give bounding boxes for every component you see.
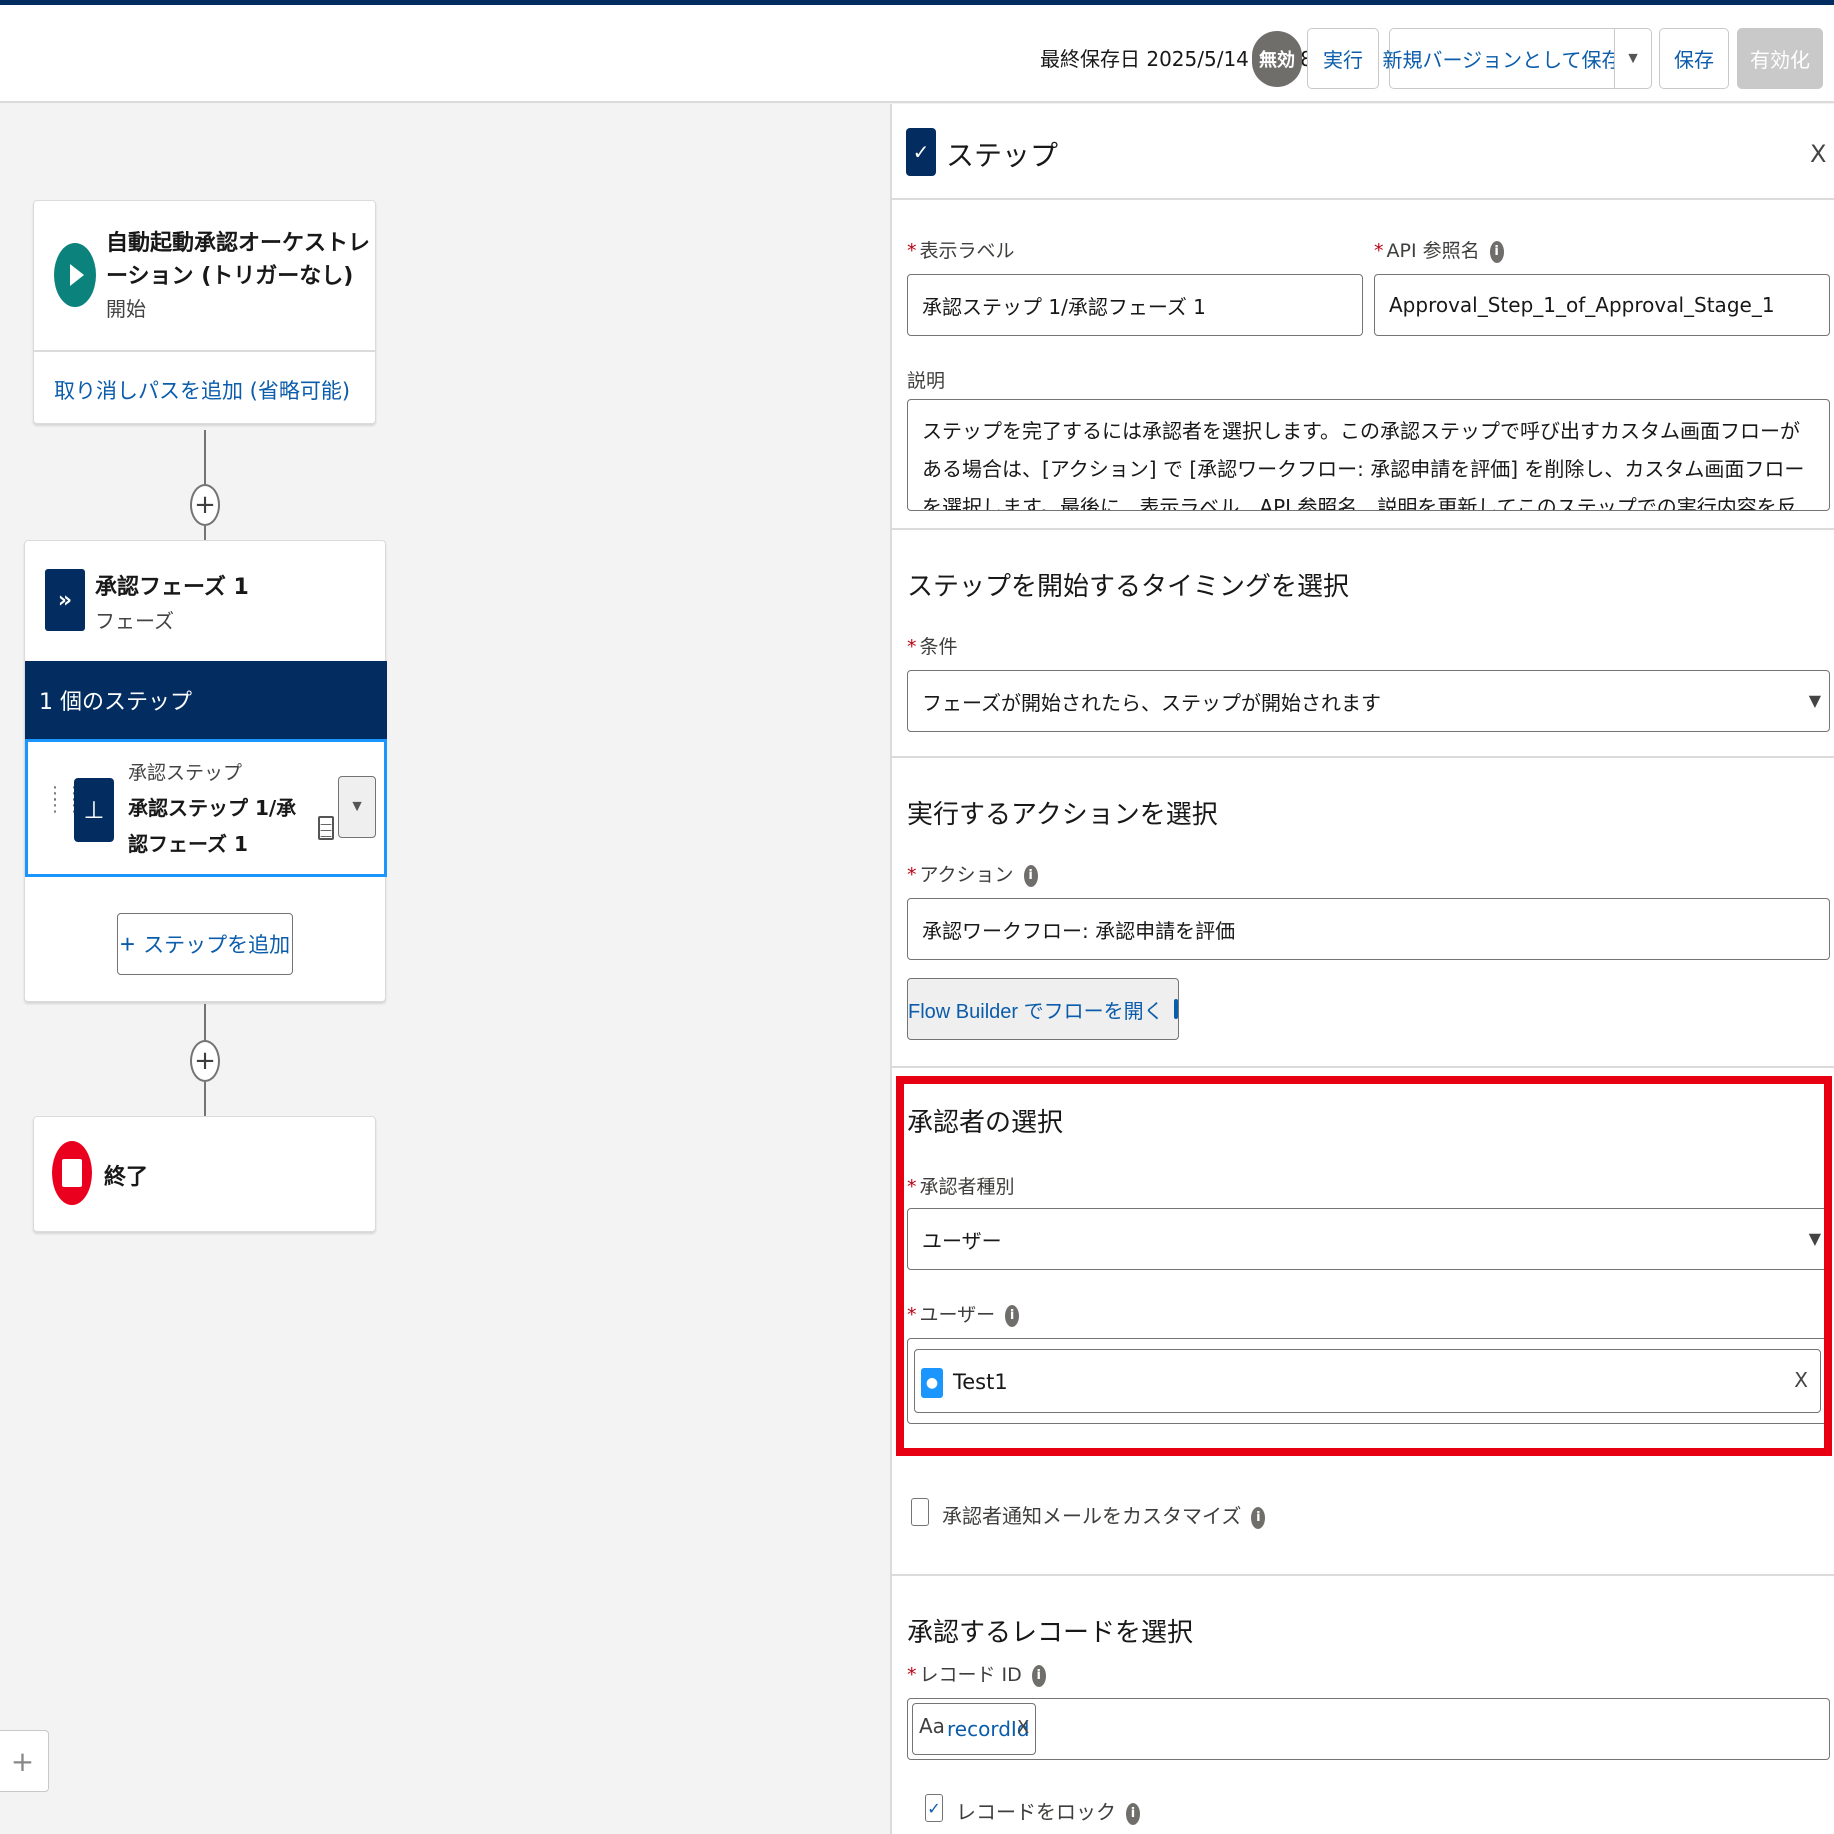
api-name-label: * API 参照名 i [1374, 236, 1504, 263]
add-element-button[interactable]: + [190, 1040, 220, 1082]
approver-type-value: ユーザー [922, 1228, 1002, 1253]
user-pill-text: Test1 [953, 1370, 1008, 1394]
info-icon[interactable]: i [1126, 1802, 1140, 1825]
zoom-in-button[interactable]: + [0, 1730, 49, 1792]
condition-select[interactable]: フェーズが開始されたら、ステップが開始されます ▼ [907, 670, 1830, 732]
user-label: * ユーザー i [907, 1300, 1020, 1327]
step-name: 承認ステップ 1/承認フェーズ 1 [128, 796, 297, 856]
description-label: 説明 [907, 370, 946, 392]
customize-email-label: 承認者通知メールをカスタマイズ i [942, 1500, 1266, 1529]
text-type-icon: Aa [919, 1714, 945, 1738]
stamp-icon: ⊥ [74, 778, 114, 842]
step-menu-button[interactable]: ▼ [338, 776, 376, 838]
close-icon[interactable]: X [1810, 140, 1826, 168]
chevron-down-icon: ▼ [1808, 691, 1821, 710]
record-id-pill[interactable]: Aa recordId X [912, 1703, 1036, 1755]
description-textarea[interactable]: ステップを完了するには承認者を選択します。この承認ステップで呼び出すカスタム画面… [907, 399, 1830, 511]
record-id-label: * レコード ID i [907, 1660, 1046, 1687]
activate-button[interactable]: 有効化 [1737, 28, 1823, 89]
customize-email-checkbox[interactable] [911, 1498, 929, 1526]
plus-icon: + [119, 928, 136, 959]
phase-title: 承認フェーズ 1 [95, 575, 249, 600]
display-label-input[interactable]: 承認ステップ 1/承認フェーズ 1 [907, 274, 1363, 336]
play-icon [54, 243, 96, 307]
phase-subtitle: フェーズ [95, 609, 174, 633]
api-name-input[interactable]: Approval_Step_1_of_Approval_Stage_1 [1374, 274, 1830, 336]
approver-type-select[interactable]: ユーザー ▼ [907, 1208, 1830, 1270]
divider [892, 1574, 1834, 1576]
info-icon[interactable]: i [1005, 1304, 1020, 1327]
start-node[interactable]: 自動起動承認オーケストレーション (トリガーなし) 開始 取り消しパスを追加 (… [33, 200, 376, 424]
info-icon[interactable]: i [1031, 1664, 1046, 1687]
chevron-down-icon: ▼ [1808, 1229, 1821, 1248]
connector-line [204, 1082, 206, 1116]
add-step-label: ステップを追加 [143, 934, 291, 957]
connector-line [204, 1004, 206, 1044]
status-badge: 無効 [1252, 31, 1302, 87]
add-cancel-path-link[interactable]: 取り消しパスを追加 (省略可能) [54, 375, 350, 405]
timing-section-title: ステップを開始するタイミングを選択 [907, 572, 1350, 602]
start-node-header[interactable]: 自動起動承認オーケストレーション (トリガーなし) 開始 [34, 201, 375, 352]
start-node-subtitle: 開始 [106, 297, 146, 321]
add-step-button[interactable]: + ステップを追加 [117, 913, 293, 975]
chevron-down-icon: ▼ [349, 798, 365, 815]
panel-title: ステップ [946, 139, 1059, 172]
checkmark-icon: ✓ [927, 1798, 941, 1818]
panel-header: ✓ ステップ X [892, 104, 1834, 200]
connector-line [204, 430, 206, 488]
record-id-field[interactable]: Aa recordId X [907, 1698, 1830, 1760]
user-pill[interactable]: ● Test1 X [914, 1349, 1821, 1413]
step-count-band: 1 個のステップ [25, 661, 387, 739]
action-label: * アクション i [907, 860, 1038, 887]
info-icon[interactable]: i [1251, 1506, 1266, 1529]
action-input[interactable]: 承認ワークフロー: 承認申請を評価 [907, 898, 1830, 960]
step-card[interactable]: ⋮⋮ ⋮⋮ ⊥ 承認ステップ 承認ステップ 1/承認フェーズ 1 — — — ▼ [25, 739, 387, 877]
plus-icon: + [194, 1046, 216, 1076]
chevron-down-icon: ▼ [1625, 49, 1641, 67]
user-lookup-field[interactable]: ● Test1 X [907, 1338, 1830, 1424]
add-element-button[interactable]: + [190, 484, 220, 526]
end-node-label: 終了 [104, 1165, 149, 1190]
lock-record-checkbox[interactable]: ✓ [925, 1794, 943, 1822]
plus-icon: + [10, 1744, 35, 1778]
approver-type-label: * 承認者種別 [907, 1176, 1015, 1198]
save-as-new-version-button[interactable]: 新規バージョンとして保存 [1383, 28, 1622, 89]
save-options-dropdown[interactable]: ▼ [1614, 28, 1652, 89]
end-node[interactable]: 終了 [33, 1116, 376, 1232]
divider [892, 756, 1834, 758]
remove-record-id-icon[interactable]: X [1017, 1717, 1029, 1738]
step-properties-panel: ✓ ステップ X * 表示ラベル 承認ステップ 1/承認フェーズ 1 * API 参… [890, 104, 1834, 1834]
divider [892, 528, 1834, 530]
chevron-double-icon: » [45, 569, 85, 631]
step-type: 承認ステップ [128, 762, 243, 784]
display-label-label: * 表示ラベル [907, 240, 1015, 262]
clipboard-check-icon: ✓ [906, 128, 936, 176]
header-toolbar: 最終保存日 2025/5/14 00:28 無効 実行 新規バージョンとして保存… [0, 5, 1834, 103]
remove-user-icon[interactable]: X [1794, 1368, 1808, 1392]
plus-icon: + [194, 490, 216, 520]
condition-label: * 条件 [907, 636, 958, 658]
open-flow-builder-button[interactable]: Flow Builder でフローを開く [907, 978, 1179, 1040]
external-link-icon [1173, 999, 1178, 1019]
document-icon: — — — [318, 816, 334, 843]
approver-section-title: 承認者の選択 [907, 1108, 1064, 1138]
record-section-title: 承認するレコードを選択 [907, 1618, 1194, 1648]
user-icon: ● [921, 1368, 943, 1398]
drag-handle-icon[interactable]: ⋮⋮ ⋮⋮ [46, 785, 83, 830]
stop-icon [52, 1141, 92, 1205]
info-icon[interactable]: i [1023, 864, 1038, 887]
lock-record-label: レコードをロック i [956, 1796, 1140, 1825]
save-button[interactable]: 保存 [1659, 28, 1729, 89]
open-flow-builder-label: Flow Builder でフローを開く [908, 1000, 1164, 1023]
run-button[interactable]: 実行 [1307, 28, 1379, 89]
condition-value: フェーズが開始されたら、ステップが開始されます [922, 690, 1381, 715]
action-section-title: 実行するアクションを選択 [907, 800, 1218, 830]
divider [892, 1066, 1834, 1068]
info-icon[interactable]: i [1489, 240, 1504, 263]
flow-canvas[interactable]: 自動起動承認オーケストレーション (トリガーなし) 開始 取り消しパスを追加 (… [0, 104, 890, 1834]
start-node-title: 自動起動承認オーケストレーション (トリガーなし) [106, 231, 371, 289]
phase-node[interactable]: » 承認フェーズ 1 フェーズ 1 個のステップ ⋮⋮ ⋮⋮ ⊥ 承認ステップ 承… [24, 540, 387, 1002]
